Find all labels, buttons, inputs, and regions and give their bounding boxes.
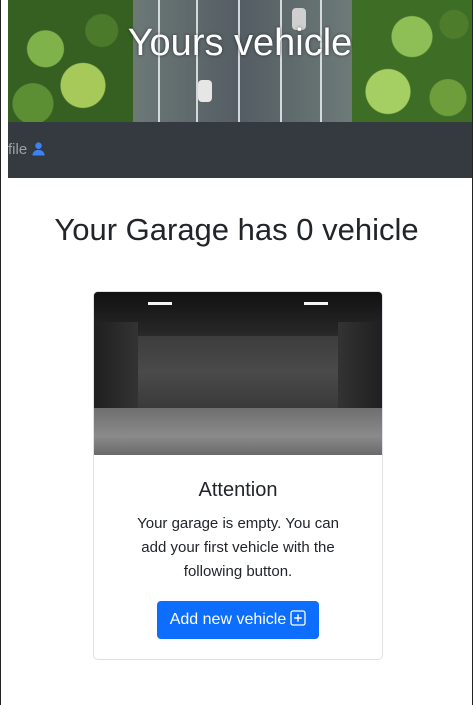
add-vehicle-button-label: Add new vehicle — [169, 611, 287, 628]
nav-profile-label: file — [8, 141, 28, 158]
empty-garage-image — [94, 292, 382, 455]
empty-garage-card: Attention Your garage is empty. You can … — [93, 291, 383, 660]
hero-banner: Yours vehicle — [8, 0, 472, 122]
navbar: file — [8, 122, 472, 178]
card-text: Your garage is empty. You can add your f… — [137, 515, 339, 580]
card-title: Attention — [198, 479, 278, 501]
person-icon — [31, 141, 46, 156]
page-title: Your Garage has 0 vehicle — [54, 212, 419, 247]
nav-profile-link[interactable]: file — [8, 141, 46, 158]
car-image — [198, 80, 212, 102]
page-frame: Yours vehicle file Your Garage has 0 veh… — [0, 0, 473, 705]
hero-title: Yours vehicle — [127, 22, 353, 64]
add-vehicle-button[interactable]: Add new vehicle — [156, 601, 320, 639]
plus-square-icon — [290, 603, 306, 626]
card-body: Attention Your garage is empty. You can … — [94, 455, 382, 639]
